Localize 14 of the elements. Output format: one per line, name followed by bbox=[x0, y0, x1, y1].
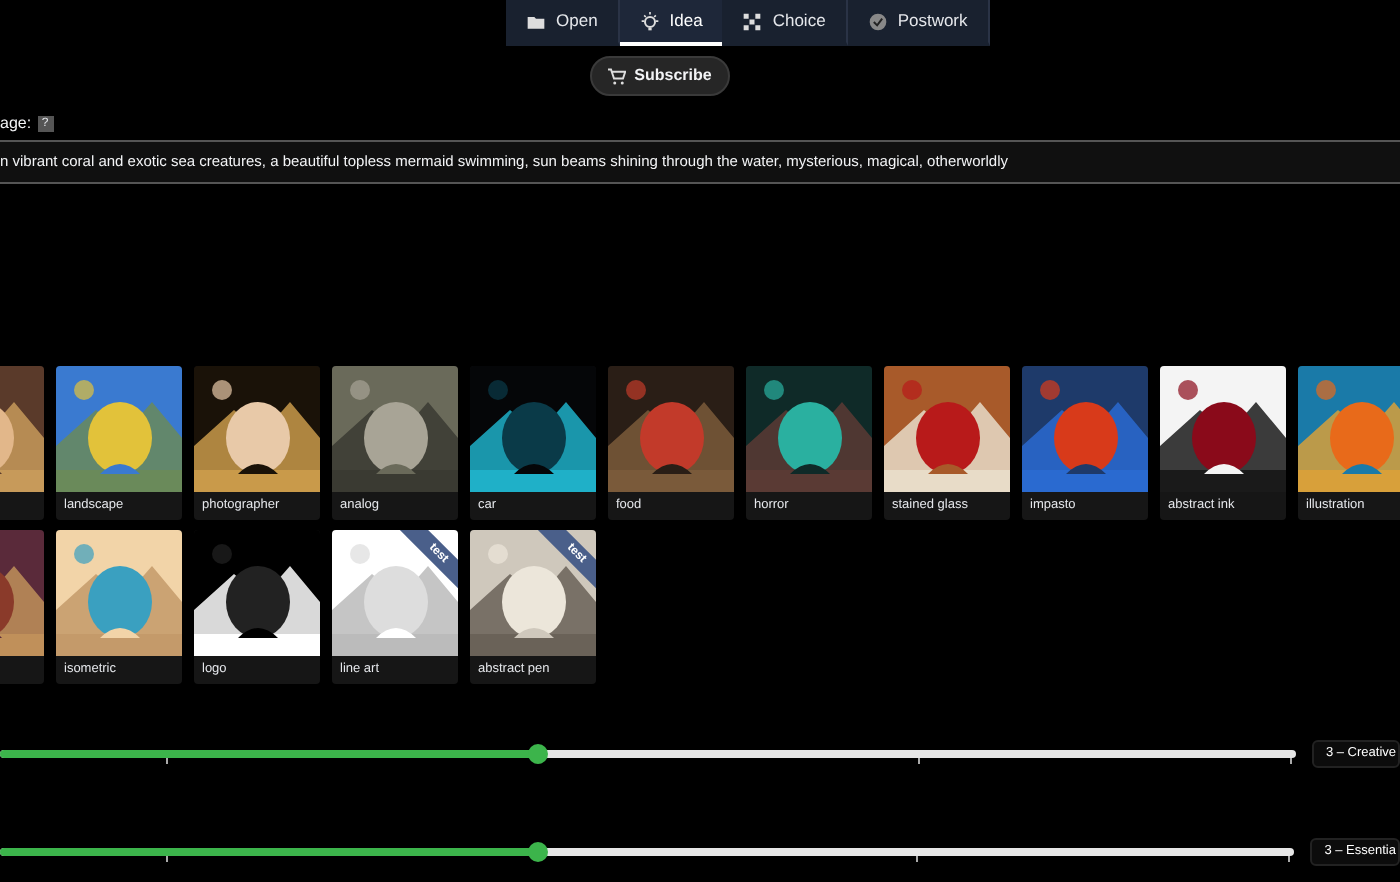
slider-track[interactable] bbox=[0, 848, 1295, 856]
slider-thumb[interactable] bbox=[527, 744, 548, 764]
cart-icon bbox=[608, 67, 627, 85]
slider-track[interactable] bbox=[0, 750, 1296, 758]
folder-icon bbox=[526, 11, 546, 31]
tab[interactable]: Idea bbox=[619, 0, 723, 46]
subscribe-button[interactable]: Subscribe bbox=[590, 56, 730, 96]
check-circle-icon bbox=[867, 11, 888, 31]
tab[interactable]: Choice bbox=[722, 0, 848, 46]
lightbulb-icon bbox=[639, 11, 660, 31]
grid-icon bbox=[742, 11, 763, 31]
slider-thumb[interactable] bbox=[527, 842, 548, 862]
tab[interactable]: Postwork bbox=[847, 0, 990, 46]
prompt-label: age: bbox=[0, 112, 32, 136]
